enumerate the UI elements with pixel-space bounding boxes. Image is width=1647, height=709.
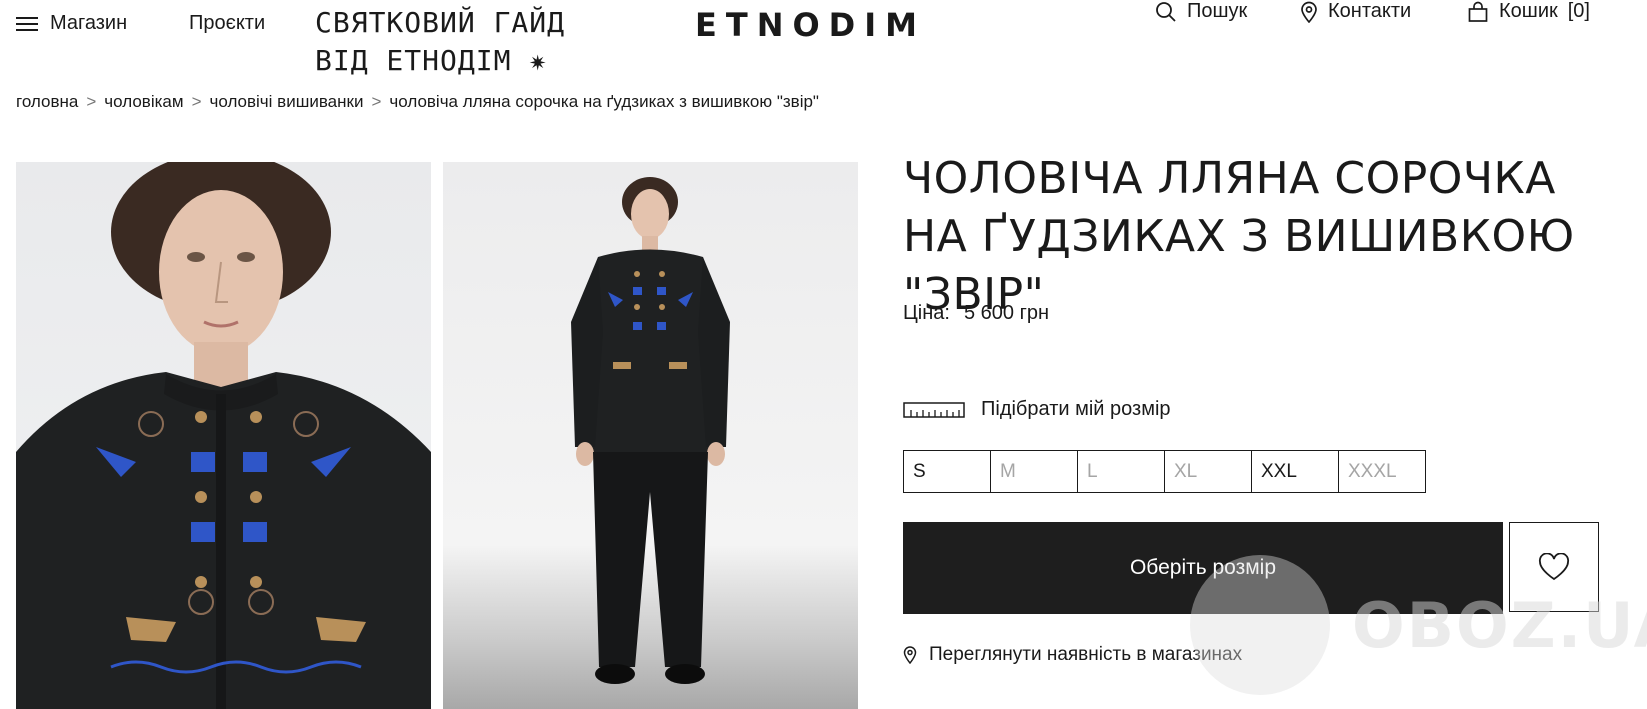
search-label: Пошук — [1187, 0, 1248, 22]
contacts-label: Контакти — [1328, 0, 1412, 22]
holiday-guide-line1: СВЯТКОВИЙ ГАЙД — [315, 6, 566, 39]
breadcrumb-separator: > — [191, 92, 202, 111]
breadcrumb: головна > чоловікам > чоловічі вишиванки… — [16, 92, 819, 112]
cart-label: Кошик — [1499, 0, 1558, 22]
location-pin-icon — [1301, 1, 1317, 23]
size-option-m[interactable]: M — [990, 450, 1078, 493]
product-photo-fullbody[interactable] — [443, 162, 858, 709]
product-photo-closeup[interactable] — [16, 162, 431, 709]
breadcrumb-mens-vyshyvanky[interactable]: чоловічі вишиванки — [210, 92, 364, 112]
watermark: OBOZ.UA — [1190, 555, 1647, 695]
holiday-guide-link[interactable]: СВЯТКОВИЙ ГАЙД ВІД ЕТНОДІМ ✷ — [315, 4, 615, 80]
shop-menu-button[interactable]: Магазин — [16, 12, 127, 35]
product-title: ЧОЛОВІЧА ЛЛЯНА СОРОЧКА НА ҐУДЗИКАХ З ВИШ… — [903, 153, 1575, 320]
breadcrumb-separator: > — [86, 92, 97, 111]
size-option-l[interactable]: L — [1077, 450, 1165, 493]
projects-link[interactable]: Проєкти — [189, 12, 265, 35]
size-guide-button[interactable]: Підібрати мій розмір — [903, 398, 1171, 421]
holiday-guide-line2: ВІД ЕТНОДІМ ✷ — [315, 44, 548, 77]
search-icon — [1156, 1, 1176, 22]
ruler-icon — [903, 401, 965, 418]
contacts-link[interactable]: Контакти — [1300, 0, 1411, 23]
location-pin-icon — [903, 646, 917, 664]
hamburger-icon — [16, 16, 38, 31]
site-header: Магазин Проєкти СВЯТКОВИЙ ГАЙД ВІД ЕТНОД… — [0, 0, 1647, 90]
size-option-xl[interactable]: XL — [1164, 450, 1252, 493]
breadcrumb-home[interactable]: головна — [16, 92, 78, 112]
watermark-text: OBOZ.UA — [1352, 588, 1647, 662]
breadcrumb-separator: > — [371, 92, 382, 111]
shop-menu-label: Магазин — [50, 12, 128, 34]
size-option-s[interactable]: S — [903, 450, 991, 493]
breadcrumb-men[interactable]: чоловікам — [104, 92, 183, 112]
size-guide-label: Підібрати мій розмір — [981, 398, 1171, 420]
size-option-xxl[interactable]: XXL — [1251, 450, 1339, 493]
model-fullbody-illustration — [571, 177, 730, 684]
model-closeup-illustration — [16, 162, 431, 709]
breadcrumb-current-product: чоловіча лляна сорочка на ґудзиках з виш… — [389, 92, 819, 111]
price-row: Ціна: 5 600 грн — [903, 302, 1049, 325]
site-logo[interactable]: ETNODIM — [695, 6, 926, 44]
size-option-xxxl[interactable]: XXXL — [1338, 450, 1426, 493]
price-value: 5 600 грн — [963, 302, 1050, 324]
search-button[interactable]: Пошук — [1155, 0, 1247, 23]
price-label: Ціна: — [903, 302, 950, 324]
cart-count: [0] — [1567, 0, 1590, 22]
cart-button[interactable]: Кошик [0] — [1467, 0, 1590, 23]
shopping-bag-icon — [1468, 1, 1488, 22]
size-selector: S M L XL XXL XXXL — [903, 450, 1426, 493]
globe-watermark-icon — [1190, 555, 1330, 695]
